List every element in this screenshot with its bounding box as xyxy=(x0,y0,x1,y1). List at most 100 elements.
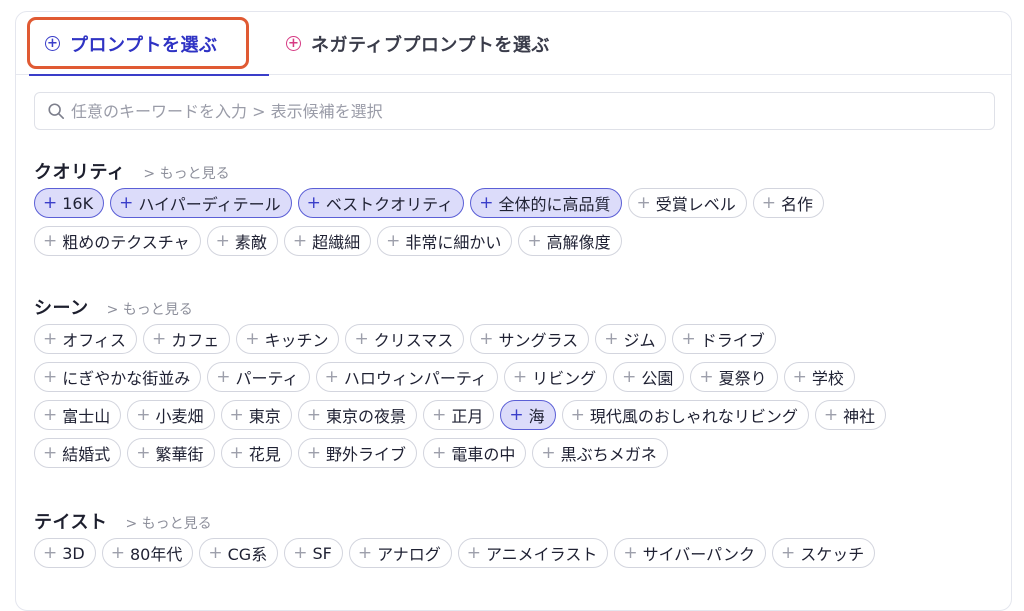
prompt-chip[interactable]: + 素敵 xyxy=(206,226,278,256)
tab-select-negative-prompt[interactable]: + ネガティブプロンプトを選ぶ xyxy=(286,12,550,75)
prompt-chip[interactable]: + 名作 xyxy=(752,188,825,218)
prompt-chip[interactable]: + 公園 xyxy=(613,362,685,392)
prompt-chip[interactable]: + サングラス xyxy=(470,324,590,354)
plus-icon: + xyxy=(306,442,322,463)
chip-label: オフィス xyxy=(62,331,126,350)
prompt-chip[interactable]: + にぎやかな街並み xyxy=(34,362,202,392)
chip-list: + オフィス + カフェ + キッチン + クリスマス + サングラス + ジム + ドライブ + にぎやかな… xyxy=(34,324,1004,468)
prompt-chip[interactable]: + ハイパーディテール xyxy=(110,188,292,218)
prompt-chip[interactable]: + 東京 xyxy=(220,400,292,430)
chip-label: 野外ライブ xyxy=(326,445,407,464)
plus-icon: + xyxy=(110,542,125,563)
chip-label: 現代風のおしゃれなリビング xyxy=(589,407,798,426)
add-circle-icon: + xyxy=(286,36,301,51)
prompt-chip[interactable]: + 東京の夜景 xyxy=(297,400,418,430)
plus-icon: + xyxy=(229,442,244,463)
chip-label: 非常に細かい xyxy=(405,233,502,252)
section-taste: テイスト > もっと見る +3D +80年代 + CG系 + SF + アナログ + アニメイラス… xyxy=(34,508,1004,576)
prompt-chip[interactable]: + 黒ぶちメガネ xyxy=(532,438,668,468)
show-more-link[interactable]: > もっと見る xyxy=(107,299,193,319)
prompt-chip[interactable]: + 受賞レベル xyxy=(627,188,747,218)
plus-icon: + xyxy=(570,404,585,425)
prompt-chip[interactable]: + ベストクオリティ xyxy=(297,188,465,218)
section-quality: クオリティ > もっと見る +16K + ハイパーディテール + ベストクオリティ + 全体… xyxy=(34,158,1004,264)
prompt-chip[interactable]: + 超繊細 xyxy=(283,226,372,256)
prompt-chip[interactable]: + ジム xyxy=(595,324,667,354)
plus-icon: + xyxy=(622,366,637,387)
prompt-chip[interactable]: + CG系 xyxy=(199,538,279,568)
chip-label: 黒ぶちメガネ xyxy=(560,445,657,464)
prompt-chip[interactable]: + ドライブ xyxy=(672,324,776,354)
chip-label: 80年代 xyxy=(130,545,183,564)
prompt-chip[interactable]: +16K xyxy=(34,188,105,218)
chip-row: + 結婚式 + 繁華街 + 花見 + 野外ライブ + 電車の中 + 黒ぶちメガネ xyxy=(34,438,1004,468)
prompt-chip[interactable]: + 夏祭り xyxy=(690,362,778,392)
chip-label: 高解像度 xyxy=(546,233,611,252)
prompt-chip[interactable]: + パーティ xyxy=(207,362,310,392)
plus-icon: + xyxy=(541,442,556,463)
chip-label: ジム xyxy=(623,331,656,350)
add-circle-icon: + xyxy=(45,36,60,51)
plus-icon: + xyxy=(151,328,167,349)
plus-icon: + xyxy=(119,192,134,213)
prompt-chip[interactable]: + 花見 xyxy=(220,438,292,468)
prompt-chip[interactable]: + 小麦畑 xyxy=(127,400,215,430)
prompt-chip[interactable]: + 現代風のおしゃれなリビング xyxy=(561,400,809,430)
plus-icon: + xyxy=(357,542,373,563)
prompt-chip[interactable]: + アニメイラスト xyxy=(457,538,609,568)
tab-select-prompt[interactable]: + プロンプトを選ぶ xyxy=(29,12,269,76)
prompt-chip[interactable]: + キッチン xyxy=(236,324,340,354)
chip-label: 粗めのテクスチャ xyxy=(62,233,190,252)
prompt-chip[interactable]: + カフェ xyxy=(142,324,231,354)
chip-label: 富士山 xyxy=(62,407,111,426)
section-title: クオリティ xyxy=(34,162,126,183)
chip-row: + 富士山 + 小麦畑 + 東京 + 東京の夜景 + 正月 + 海 + 現代風のおしゃれなリビング + 神社 xyxy=(34,400,1004,430)
chip-label: アナログ xyxy=(377,545,441,564)
prompt-chip[interactable]: + クリスマス xyxy=(345,324,465,354)
plus-icon: + xyxy=(792,366,807,387)
chip-row: + 粗めのテクスチャ + 素敵 + 超繊細 + 非常に細かい + 高解像度 xyxy=(34,226,1004,256)
chip-row: +16K + ハイパーディテール + ベストクオリティ + 全体的に高品質 + 受賞レベル + 名作 xyxy=(34,188,1004,218)
prompt-chip[interactable]: + 神社 xyxy=(814,400,887,430)
chip-label: 正月 xyxy=(451,407,484,426)
plus-icon: + xyxy=(681,328,696,349)
prompt-chip[interactable]: + ハロウィンパーティ xyxy=(315,362,498,392)
prompt-chip[interactable]: + 高解像度 xyxy=(518,226,622,256)
prompt-chip[interactable]: + リビング xyxy=(503,362,608,392)
chip-label: 公園 xyxy=(641,369,674,388)
prompt-chip[interactable]: + 繁華街 xyxy=(127,438,215,468)
prompt-chip[interactable]: + スケッチ xyxy=(771,538,876,568)
chip-label: 全体的に高品質 xyxy=(498,195,611,214)
prompt-chip[interactable]: +3D xyxy=(34,538,96,568)
prompt-chip[interactable]: + 野外ライブ xyxy=(297,438,418,468)
prompt-chip[interactable]: + サイバーパンク xyxy=(614,538,766,568)
chip-label: 神社 xyxy=(843,407,876,426)
plus-icon: + xyxy=(229,404,244,425)
prompt-chip[interactable]: + SF xyxy=(284,538,343,568)
prompt-chip[interactable]: + アナログ xyxy=(348,538,452,568)
chip-label: 海 xyxy=(528,407,545,426)
chip-list: +3D +80年代 + CG系 + SF + アナログ + アニメイラスト + サイバーパンク + スケッ… xyxy=(34,538,1004,568)
prompt-chip[interactable]: + 富士山 xyxy=(34,400,122,430)
plus-icon: + xyxy=(293,542,308,563)
plus-icon: + xyxy=(780,542,796,563)
prompt-chip[interactable]: +80年代 xyxy=(101,538,194,568)
show-more-link[interactable]: > もっと見る xyxy=(143,163,229,183)
prompt-chip[interactable]: + 結婚式 xyxy=(34,438,122,468)
prompt-chip[interactable]: + 電車の中 xyxy=(423,438,527,468)
prompt-chip[interactable]: + 粗めのテクスチャ xyxy=(34,226,201,256)
chip-label: CG系 xyxy=(227,545,268,564)
prompt-chip[interactable]: + オフィス xyxy=(34,324,137,354)
prompt-chip[interactable]: + 学校 xyxy=(783,362,855,392)
plus-icon: + xyxy=(43,404,58,425)
prompt-chip[interactable]: + 非常に細かい xyxy=(377,226,513,256)
chip-label: 電車の中 xyxy=(451,445,516,464)
prompt-chip[interactable]: + 海 xyxy=(500,400,556,430)
search-input[interactable] xyxy=(71,101,971,121)
show-more-link[interactable]: > もっと見る xyxy=(125,513,211,533)
chip-label: 3D xyxy=(62,543,85,563)
plus-icon: + xyxy=(306,404,322,425)
section-title: シーン xyxy=(34,298,89,319)
prompt-chip[interactable]: + 全体的に高品質 xyxy=(470,188,622,218)
prompt-chip[interactable]: + 正月 xyxy=(423,400,495,430)
